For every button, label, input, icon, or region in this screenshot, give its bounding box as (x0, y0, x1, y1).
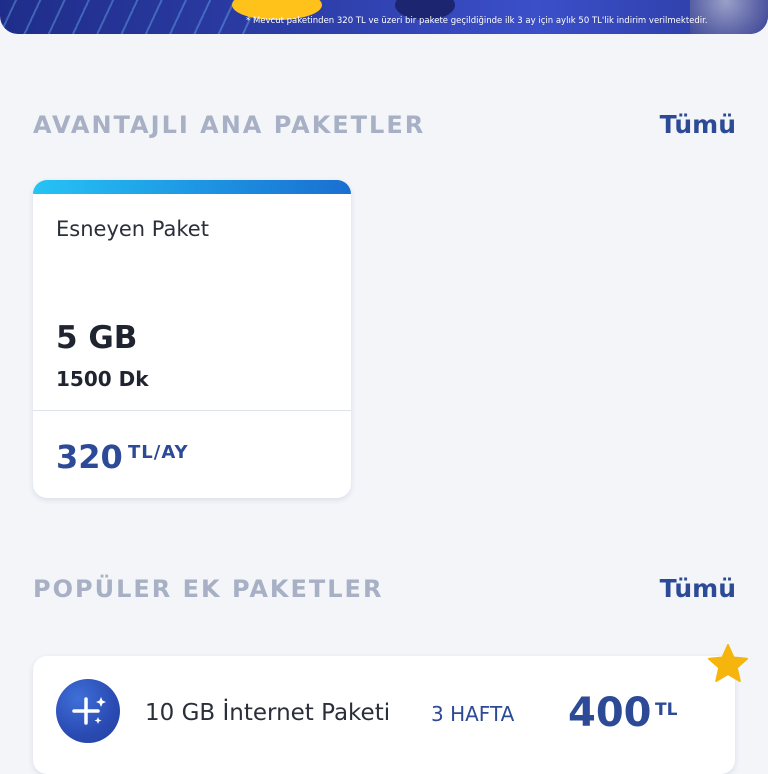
package-card-esneyen[interactable]: Esneyen Paket 5 GB 1500 Dk 320 TL/AY (33, 180, 351, 498)
addon-duration: 3 HAFTA (431, 702, 515, 726)
star-icon (706, 642, 750, 686)
main-packages-see-all-link[interactable]: Tümü (660, 110, 736, 139)
addon-card-10gb[interactable]: 10 GB İnternet Paketi 3 HAFTA 400 TL (33, 656, 735, 774)
addon-packages-see-all-link[interactable]: Tümü (660, 574, 736, 603)
package-name: Esneyen Paket (56, 217, 209, 241)
package-price-unit: TL/AY (128, 442, 189, 463)
package-data-amount: 5 GB (56, 320, 138, 356)
addon-packages-title: POPÜLER EK PAKETLER (33, 575, 384, 603)
main-packages-title: AVANTAJLI ANA PAKETLER (33, 111, 426, 139)
banner-stripes (0, 0, 260, 34)
package-price: 320 (56, 438, 123, 476)
addon-price: 400 (568, 690, 652, 736)
sparkle-plus-icon (56, 679, 120, 743)
package-minutes: 1500 Dk (56, 367, 149, 391)
addon-name: 10 GB İnternet Paketi (145, 700, 391, 726)
banner-disclaimer: * Mevcut paketinden 320 TL ve üzeri bir … (246, 16, 708, 26)
addon-price-unit: TL (655, 700, 678, 720)
package-divider (33, 410, 351, 411)
package-card-accent-bar (33, 180, 351, 194)
